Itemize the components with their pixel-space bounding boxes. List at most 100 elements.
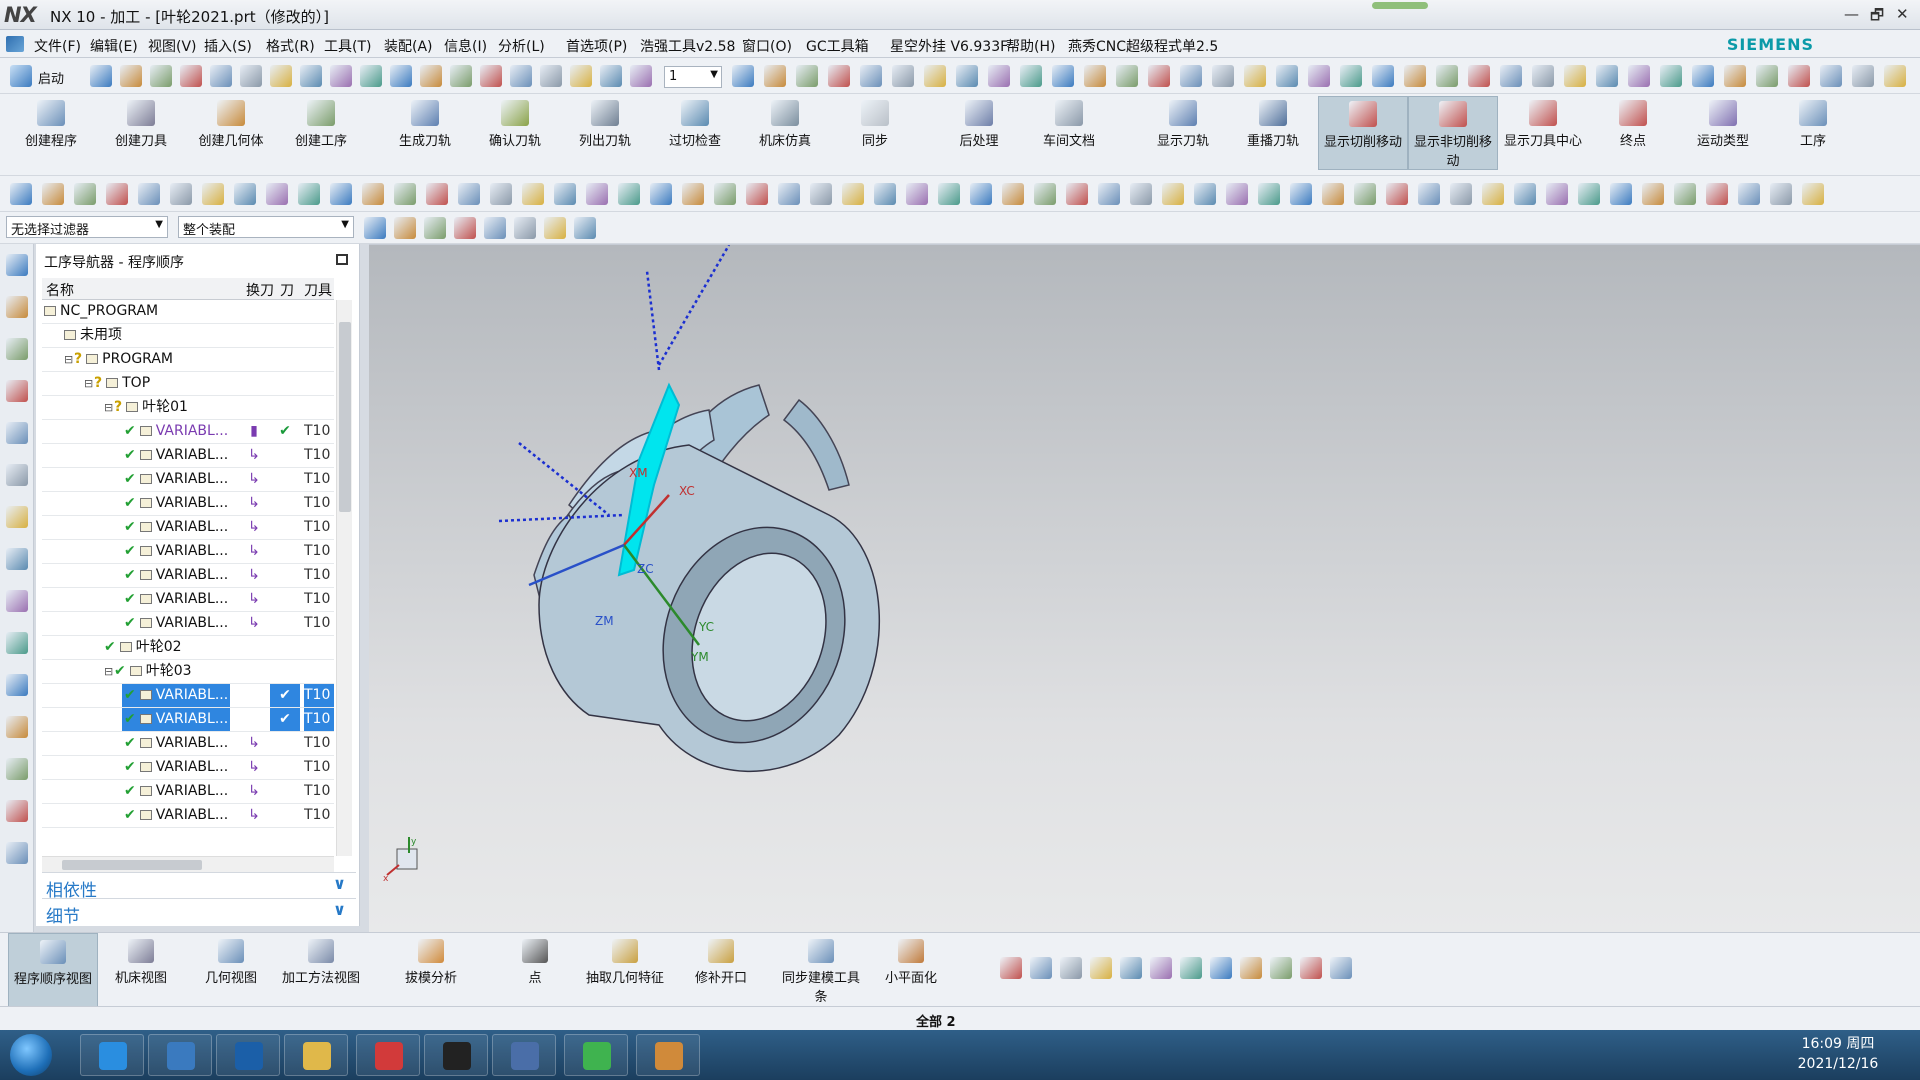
navigator-row[interactable]: ⊟✔ 叶轮03 bbox=[42, 660, 334, 684]
maximize-navigator-icon[interactable] bbox=[336, 254, 348, 265]
toolbar-tool-icon[interactable] bbox=[270, 65, 292, 87]
toolbar-tool-icon[interactable] bbox=[1212, 65, 1234, 87]
operation-name[interactable]: ✔ VARIABL... bbox=[122, 444, 230, 467]
feature-tool-icon[interactable] bbox=[586, 183, 608, 205]
operation-name[interactable]: ✔ VARIABL... bbox=[122, 756, 230, 779]
bottom-small-icon[interactable] bbox=[1120, 957, 1142, 979]
navigator-row[interactable]: ✔ VARIABL... ↳ T10 bbox=[42, 540, 334, 564]
toolbar-tool-icon[interactable] bbox=[480, 65, 502, 87]
feature-tool-icon[interactable] bbox=[362, 183, 384, 205]
menu-item[interactable]: 文件(F) bbox=[34, 36, 81, 56]
type-filter-select[interactable]: 无选择过滤器 ▼ bbox=[6, 216, 168, 238]
menu-item[interactable]: GC工具箱 bbox=[806, 36, 869, 56]
toolbar-tool-icon[interactable] bbox=[1468, 65, 1490, 87]
start-label[interactable]: 启动 bbox=[38, 68, 64, 87]
navigator-row[interactable]: ✔ VARIABL... ↳ T10 bbox=[42, 564, 334, 588]
navigator-row[interactable]: ✔ VARIABL... ▮ ✔ T10 bbox=[42, 420, 334, 444]
bottom-tool-button[interactable]: 抽取几何特征 bbox=[580, 933, 670, 1007]
resource-tab-icon[interactable] bbox=[6, 422, 28, 444]
menu-item[interactable]: 窗口(O) bbox=[742, 36, 792, 56]
toolbar-tool-icon[interactable] bbox=[570, 65, 592, 87]
bottom-small-icon[interactable] bbox=[1030, 957, 1052, 979]
feature-tool-icon[interactable] bbox=[458, 183, 480, 205]
feature-tool-icon[interactable] bbox=[1418, 183, 1440, 205]
feature-tool-icon[interactable] bbox=[1322, 183, 1344, 205]
ribbon-button[interactable]: 运动类型 bbox=[1678, 96, 1768, 170]
feature-tool-icon[interactable] bbox=[1482, 183, 1504, 205]
navigator-row[interactable]: ✔ VARIABL... ↳ T10 bbox=[42, 612, 334, 636]
feature-tool-icon[interactable] bbox=[1226, 183, 1248, 205]
menu-item[interactable]: 分析(L) bbox=[498, 36, 545, 56]
scroll-thumb[interactable] bbox=[339, 322, 351, 512]
menu-item[interactable]: 工具(T) bbox=[324, 36, 371, 56]
expand-toggle-icon[interactable]: ⊟ bbox=[64, 348, 74, 371]
feature-tool-icon[interactable] bbox=[746, 183, 768, 205]
operation-name[interactable]: ✔ VARIABL... bbox=[122, 804, 230, 827]
details-panel[interactable]: 细节 ∨ bbox=[42, 898, 356, 927]
toolbar-tool-icon[interactable] bbox=[860, 65, 882, 87]
navigator-row[interactable]: ✔ VARIABL... ✔ T10 bbox=[42, 684, 334, 708]
operation-name[interactable]: NC_PROGRAM bbox=[42, 300, 160, 323]
bottom-tool-button[interactable]: 机床视图 bbox=[96, 933, 186, 1007]
toolbar-tool-icon[interactable] bbox=[828, 65, 850, 87]
operation-name[interactable]: ⊟? 叶轮01 bbox=[102, 396, 190, 419]
resource-tab-icon[interactable] bbox=[6, 758, 28, 780]
start-icon[interactable] bbox=[10, 65, 32, 87]
feature-tool-icon[interactable] bbox=[1770, 183, 1792, 205]
toolbar-tool-icon[interactable] bbox=[330, 65, 352, 87]
feature-tool-icon[interactable] bbox=[202, 183, 224, 205]
ribbon-button[interactable]: 显示非切削移动 bbox=[1408, 96, 1498, 170]
vertical-scrollbar[interactable] bbox=[336, 300, 352, 856]
operation-name[interactable]: ⊟? PROGRAM bbox=[62, 348, 175, 371]
ribbon-button[interactable]: 同步 bbox=[830, 96, 920, 170]
feature-tool-icon[interactable] bbox=[874, 183, 896, 205]
bottom-tool-button[interactable]: 点 bbox=[490, 933, 580, 1007]
feature-tool-icon[interactable] bbox=[1802, 183, 1824, 205]
taskbar-app5[interactable] bbox=[356, 1034, 420, 1076]
toolbar-tool-icon[interactable] bbox=[892, 65, 914, 87]
toolbar-tool-icon[interactable] bbox=[1308, 65, 1330, 87]
toolbar-tool-icon[interactable] bbox=[732, 65, 754, 87]
taskbar-nx[interactable] bbox=[148, 1034, 212, 1076]
taskbar-paint[interactable] bbox=[636, 1034, 700, 1076]
bottom-tool-button[interactable]: 小平面化 bbox=[866, 933, 956, 1007]
feature-tool-icon[interactable] bbox=[1258, 183, 1280, 205]
bottom-small-icon[interactable] bbox=[1270, 957, 1292, 979]
ribbon-button[interactable]: 过切检查 bbox=[650, 96, 740, 170]
feature-tool-icon[interactable] bbox=[1194, 183, 1216, 205]
toolbar-tool-icon[interactable] bbox=[1756, 65, 1778, 87]
toolbar-tool-icon[interactable] bbox=[1340, 65, 1362, 87]
feature-tool-icon[interactable] bbox=[234, 183, 256, 205]
toolbar-tool-icon[interactable] bbox=[120, 65, 142, 87]
toolbar-tool-icon[interactable] bbox=[988, 65, 1010, 87]
feature-tool-icon[interactable] bbox=[522, 183, 544, 205]
ribbon-button[interactable]: 后处理 bbox=[934, 96, 1024, 170]
bottom-tool-button[interactable]: 程序顺序视图 bbox=[8, 933, 98, 1007]
scope-filter-select[interactable]: 整个装配 ▼ bbox=[178, 216, 354, 238]
toolbar-tool-icon[interactable] bbox=[450, 65, 472, 87]
taskbar-app3[interactable] bbox=[216, 1034, 280, 1076]
feature-tool-icon[interactable] bbox=[298, 183, 320, 205]
toolbar-tool-icon[interactable] bbox=[1596, 65, 1618, 87]
navigator-row[interactable]: ✔ VARIABL... ✔ T10 bbox=[42, 708, 334, 732]
operation-name[interactable]: ✔ VARIABL... bbox=[122, 540, 230, 563]
feature-tool-icon[interactable] bbox=[714, 183, 736, 205]
selection-tool-icon[interactable] bbox=[424, 217, 446, 239]
feature-tool-icon[interactable] bbox=[1610, 183, 1632, 205]
menu-item[interactable]: 燕秀CNC超级程式单2.5 bbox=[1068, 36, 1218, 56]
toolbar-tool-icon[interactable] bbox=[1852, 65, 1874, 87]
feature-tool-icon[interactable] bbox=[810, 183, 832, 205]
feature-tool-icon[interactable] bbox=[1354, 183, 1376, 205]
operation-name[interactable]: ⊟? TOP bbox=[82, 372, 152, 395]
menu-item[interactable]: 视图(V) bbox=[148, 36, 197, 56]
taskbar-ie[interactable] bbox=[80, 1034, 144, 1076]
feature-tool-icon[interactable] bbox=[426, 183, 448, 205]
feature-tool-icon[interactable] bbox=[618, 183, 640, 205]
navigator-row[interactable]: ⊟? TOP bbox=[42, 372, 334, 396]
navigator-row[interactable]: NC_PROGRAM bbox=[42, 300, 334, 324]
feature-tool-icon[interactable] bbox=[1578, 183, 1600, 205]
toolbar-tool-icon[interactable] bbox=[420, 65, 442, 87]
column-tool[interactable]: 刀具 bbox=[304, 280, 332, 300]
resource-tab-icon[interactable] bbox=[6, 716, 28, 738]
feature-tool-icon[interactable] bbox=[1642, 183, 1664, 205]
